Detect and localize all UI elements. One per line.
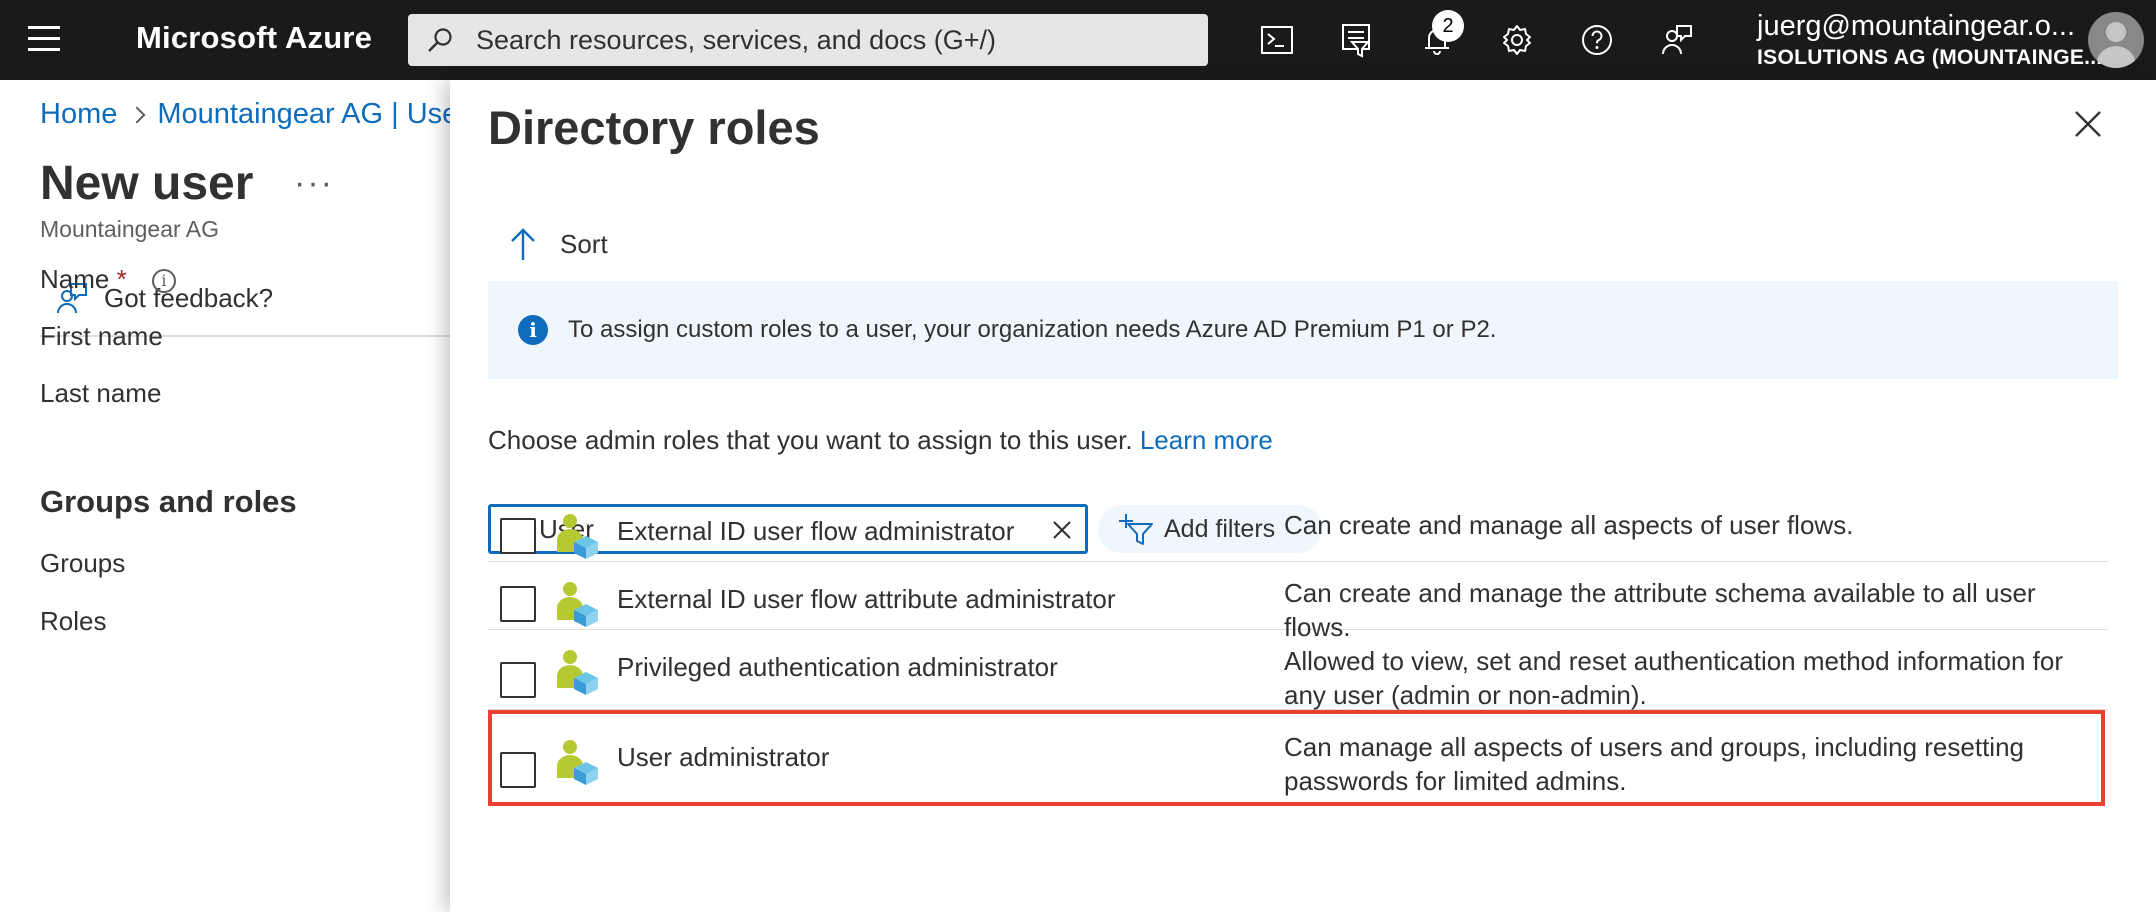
- name-label-row: Name * i: [40, 264, 176, 295]
- arrow-up-icon: [511, 228, 535, 260]
- first-name-label: First name: [40, 321, 163, 351]
- row-checkbox[interactable]: [500, 518, 536, 554]
- more-options-icon[interactable]: ···: [294, 164, 334, 203]
- info-message-text: To assign custom roles to a user, your o…: [568, 316, 1497, 343]
- sort-button[interactable]: Sort: [508, 226, 608, 262]
- table-row[interactable]: User administrator Can manage all aspects…: [488, 710, 2108, 806]
- help-question-icon[interactable]: [1575, 18, 1619, 62]
- top-navigation-bar: Microsoft Azure Search resources, servic…: [0, 0, 2156, 80]
- role-user-icon: [557, 514, 598, 559]
- directory-filter-icon[interactable]: [1334, 18, 1378, 62]
- table-row[interactable]: External ID user flow administrator Can c…: [488, 494, 2108, 562]
- directory-roles-panel: Directory roles Sort i To assign custom …: [450, 80, 2156, 912]
- role-user-icon: [557, 650, 598, 695]
- settings-gear-icon[interactable]: [1495, 18, 1539, 62]
- panel-title: Directory roles: [488, 101, 820, 154]
- search-icon: [428, 28, 452, 52]
- search-placeholder: Search resources, services, and docs (G+…: [476, 24, 996, 55]
- sort-label: Sort: [560, 228, 608, 259]
- feedback-person-icon[interactable]: [1655, 18, 1699, 62]
- new-user-blade: Home Mountaingear AG | Use New user ··· …: [0, 80, 458, 912]
- row-checkbox[interactable]: [500, 662, 536, 698]
- table-row[interactable]: External ID user flow attribute administ…: [488, 562, 2108, 642]
- global-search-input[interactable]: Search resources, services, and docs (G+…: [408, 14, 1208, 66]
- learn-more-link[interactable]: Learn more: [1140, 425, 1273, 455]
- choose-roles-text: Choose admin roles that you want to assi…: [488, 425, 1133, 455]
- breadcrumb-home-link[interactable]: Home: [40, 98, 117, 131]
- breadcrumb: Home Mountaingear AG | Use: [40, 98, 458, 131]
- user-avatar[interactable]: [2088, 12, 2144, 68]
- hamburger-menu-icon[interactable]: [28, 26, 68, 54]
- roles-label: Roles: [40, 606, 107, 636]
- breadcrumb-tenant-link[interactable]: Mountaingear AG | Use: [157, 98, 458, 131]
- instruction-text: Choose admin roles that you want to assi…: [488, 425, 1273, 456]
- page-subtitle: Mountaingear AG: [40, 216, 220, 242]
- notification-count-badge: 2: [1432, 10, 1464, 42]
- info-message-bar: i To assign custom roles to a user, your…: [488, 281, 2118, 379]
- role-name: User administrator: [617, 742, 830, 772]
- account-email[interactable]: juerg@mountaingear.o...: [1757, 10, 2075, 43]
- info-icon: i: [518, 315, 548, 345]
- required-marker: *: [116, 264, 127, 294]
- last-name-label: Last name: [40, 378, 162, 408]
- cloud-shell-icon[interactable]: [1255, 18, 1299, 62]
- role-name: External ID user flow attribute administ…: [617, 584, 1116, 614]
- name-label: Name: [40, 264, 110, 294]
- chevron-right-icon: [128, 106, 146, 123]
- role-user-icon: [557, 582, 598, 627]
- account-tenant[interactable]: ISOLUTIONS AG (MOUNTAINGE...: [1757, 46, 2103, 70]
- row-checkbox[interactable]: [500, 752, 536, 788]
- groups-label: Groups: [40, 548, 126, 578]
- row-checkbox[interactable]: [500, 586, 536, 622]
- role-user-icon: [557, 740, 598, 785]
- table-row[interactable]: Privileged authentication administrator A…: [488, 630, 2108, 710]
- role-name: Privileged authentication administrator: [617, 652, 1058, 682]
- role-description: Can manage all aspects of users and grou…: [1284, 732, 2024, 796]
- info-icon[interactable]: i: [151, 269, 176, 294]
- page-title: New user: [40, 157, 254, 210]
- role-description: Can create and manage all aspects of use…: [1284, 510, 1854, 540]
- role-name: External ID user flow administrator: [617, 516, 1015, 546]
- brand-title[interactable]: Microsoft Azure: [136, 20, 372, 56]
- role-description: Allowed to view, set and reset authentic…: [1284, 646, 2063, 710]
- groups-and-roles-heading: Groups and roles: [40, 484, 297, 519]
- close-icon[interactable]: [2068, 104, 2108, 144]
